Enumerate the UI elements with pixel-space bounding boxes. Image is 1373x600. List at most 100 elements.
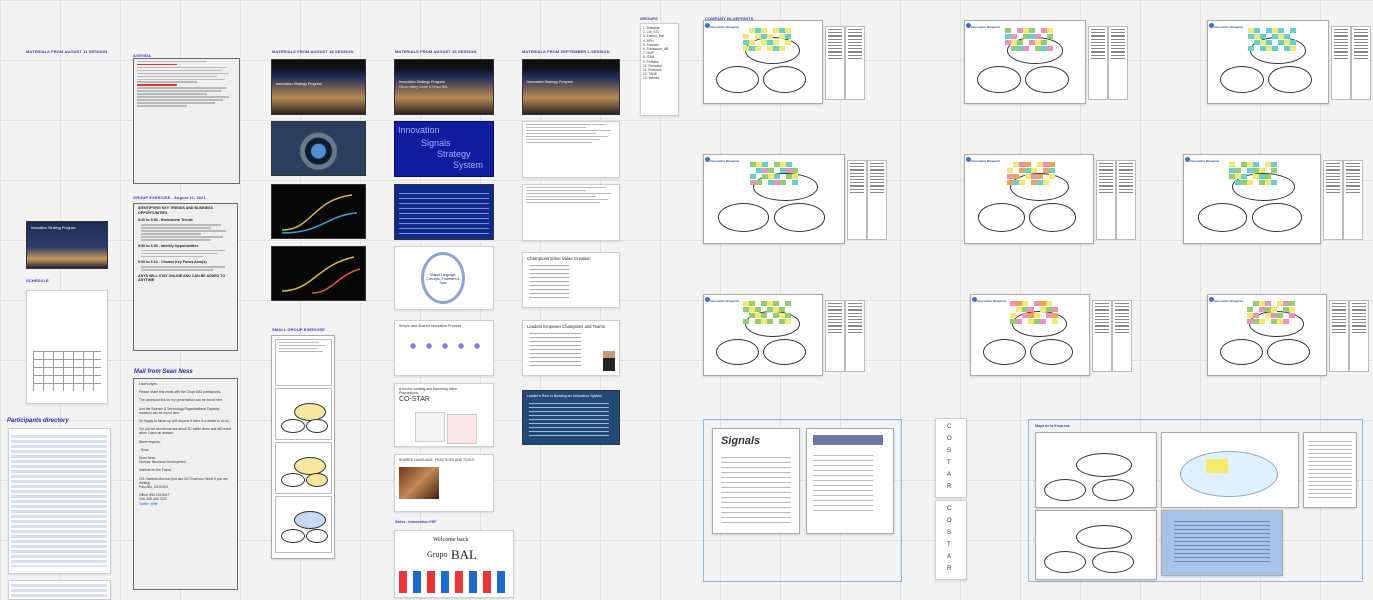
sticky-note[interactable]	[1046, 27, 1053, 33]
blueprint-board[interactable]: Innovation Blueprint	[970, 294, 1090, 376]
sticky-note[interactable]	[1022, 45, 1029, 51]
sticky-note[interactable]	[1258, 168, 1265, 174]
sticky-note[interactable]	[778, 307, 785, 313]
sticky-note[interactable]	[772, 301, 779, 307]
costar-slide[interactable]: A tool for creating and improving Value …	[394, 383, 494, 447]
mapa-frame[interactable]: Mapa de la Empresa	[1028, 419, 1363, 582]
sticky-note[interactable]	[1019, 180, 1026, 186]
sticky-note[interactable]	[766, 319, 773, 325]
sticky-note[interactable]	[784, 301, 791, 307]
aug25-table-slide[interactable]	[394, 184, 494, 240]
mapa-blueprint-2[interactable]	[1035, 510, 1157, 580]
aug11-cover-slide[interactable]: Innovation Strategy Program	[26, 221, 108, 269]
sticky-note[interactable]	[784, 313, 791, 319]
sticky-note[interactable]	[1289, 27, 1296, 33]
group-exercise-card[interactable]: IDENTIFYING KEY TRENDS AND BUSINESS OPPO…	[133, 203, 238, 351]
sticky-note[interactable]	[1040, 39, 1047, 45]
sticky-note[interactable]	[774, 174, 781, 180]
sep1-agenda-1[interactable]	[522, 121, 620, 178]
sticky-note[interactable]	[1253, 27, 1260, 33]
sticky-note[interactable]	[1004, 27, 1011, 33]
mapa-blue-card[interactable]	[1161, 510, 1283, 576]
blueprint-notes-card[interactable]	[1096, 160, 1116, 240]
blueprint-notes-card[interactable]	[1092, 300, 1112, 372]
sticky-note[interactable]	[1265, 39, 1272, 45]
blueprint-notes-card[interactable]	[847, 160, 867, 240]
sticky-note[interactable]	[748, 301, 755, 307]
sticky-note[interactable]	[1258, 319, 1265, 325]
blueprint-notes-card[interactable]	[1351, 26, 1371, 100]
costar-letters-1[interactable]: C O S T A R	[935, 418, 967, 498]
sticky-note[interactable]	[1252, 313, 1259, 319]
sticky-note[interactable]	[1264, 174, 1271, 180]
sticky-note[interactable]	[1259, 33, 1266, 39]
sticky-note[interactable]	[1289, 39, 1296, 45]
aug18-lens-slide[interactable]	[271, 121, 366, 176]
iss-slide[interactable]: Innovation Signals Strategy System	[394, 121, 494, 177]
sticky-note[interactable]	[1007, 168, 1014, 174]
group-item[interactable]: 13. Valmex	[643, 76, 676, 80]
aug18-cover-slide[interactable]: Innovation Strategy Program	[271, 59, 366, 115]
sticky-note[interactable]	[766, 33, 773, 39]
sticky-note[interactable]	[1277, 27, 1284, 33]
leaders-slide[interactable]: Leaders Empower Champions and Teams	[522, 320, 620, 376]
blueprint-board[interactable]: Innovation Blueprint	[703, 20, 823, 104]
costar-letters-2[interactable]: C O S T A R	[935, 500, 967, 580]
mapa-blueprint-1[interactable]	[1035, 432, 1157, 508]
research-card[interactable]	[806, 428, 894, 534]
sticky-note[interactable]	[792, 168, 799, 174]
sticky-note[interactable]	[784, 39, 791, 45]
sticky-note[interactable]	[1282, 319, 1289, 325]
sticky-note[interactable]	[1246, 307, 1253, 313]
sticky-note[interactable]	[1025, 162, 1032, 168]
sticky-note[interactable]	[1009, 313, 1016, 319]
sticky-note[interactable]	[1270, 307, 1277, 313]
sticky-note[interactable]	[1043, 180, 1050, 186]
sticky-note[interactable]	[792, 174, 799, 180]
sticky-note[interactable]	[1252, 162, 1259, 168]
blueprint-notes-card[interactable]	[1331, 26, 1351, 100]
sticky-note[interactable]	[772, 39, 779, 45]
blueprint-notes-card[interactable]	[845, 300, 865, 372]
sticky-note[interactable]	[1049, 168, 1056, 174]
champions-slide[interactable]: Champions Drive Value Creation	[522, 252, 620, 308]
sticky-note[interactable]	[1247, 45, 1254, 51]
blueprint-notes-card[interactable]	[1343, 160, 1363, 240]
signals-frame[interactable]: Signals	[703, 419, 902, 582]
sticky-note[interactable]	[1228, 162, 1235, 168]
sticky-note[interactable]	[1288, 301, 1295, 307]
participants-table[interactable]	[8, 428, 111, 574]
blueprint-notes-card[interactable]	[1323, 160, 1343, 240]
sticky-note[interactable]	[760, 313, 767, 319]
small-group-card[interactable]	[271, 335, 335, 559]
blueprint-notes-card[interactable]	[1349, 300, 1369, 372]
mapa-notes-card[interactable]	[1303, 432, 1357, 508]
sticky-note[interactable]	[1051, 313, 1058, 319]
shared-practices-slide[interactable]: SHARED LANGUAGE, PRACTICES AND TOOLS	[394, 454, 494, 512]
sticky-note[interactable]	[1037, 174, 1044, 180]
blueprint-notes-card[interactable]	[867, 160, 887, 240]
sticky-note[interactable]	[792, 180, 799, 186]
sticky-note[interactable]	[1246, 180, 1253, 186]
sticky-note[interactable]	[1270, 162, 1277, 168]
sticky-note[interactable]	[784, 33, 791, 39]
sticky-note[interactable]	[1264, 301, 1271, 307]
sticky-note[interactable]	[784, 27, 791, 33]
leaders-role-slide[interactable]: Leader's Role in Building an Innovation …	[522, 390, 620, 445]
blueprint-notes-card[interactable]	[1112, 300, 1132, 372]
sticky-note[interactable]	[754, 307, 761, 313]
sticky-note[interactable]	[1010, 33, 1017, 39]
sticky-note[interactable]	[780, 180, 787, 186]
sticky-note[interactable]	[1049, 174, 1056, 180]
sticky-note[interactable]	[1028, 27, 1035, 33]
sticky-note[interactable]	[786, 162, 793, 168]
sticky-note[interactable]	[778, 45, 785, 51]
shared-language-slide[interactable]: Shared Language, Concepts, Processes & T…	[394, 246, 494, 310]
sticky-note[interactable]	[1046, 45, 1053, 51]
blueprint-notes-card[interactable]	[1088, 26, 1108, 100]
sticky-note[interactable]	[1288, 307, 1295, 313]
sticky-note[interactable]	[1015, 319, 1022, 325]
sticky-note[interactable]	[1276, 313, 1283, 319]
sticky-note[interactable]	[1270, 180, 1277, 186]
sep1-cover-slide[interactable]: Innovation Strategy Program	[522, 59, 620, 115]
